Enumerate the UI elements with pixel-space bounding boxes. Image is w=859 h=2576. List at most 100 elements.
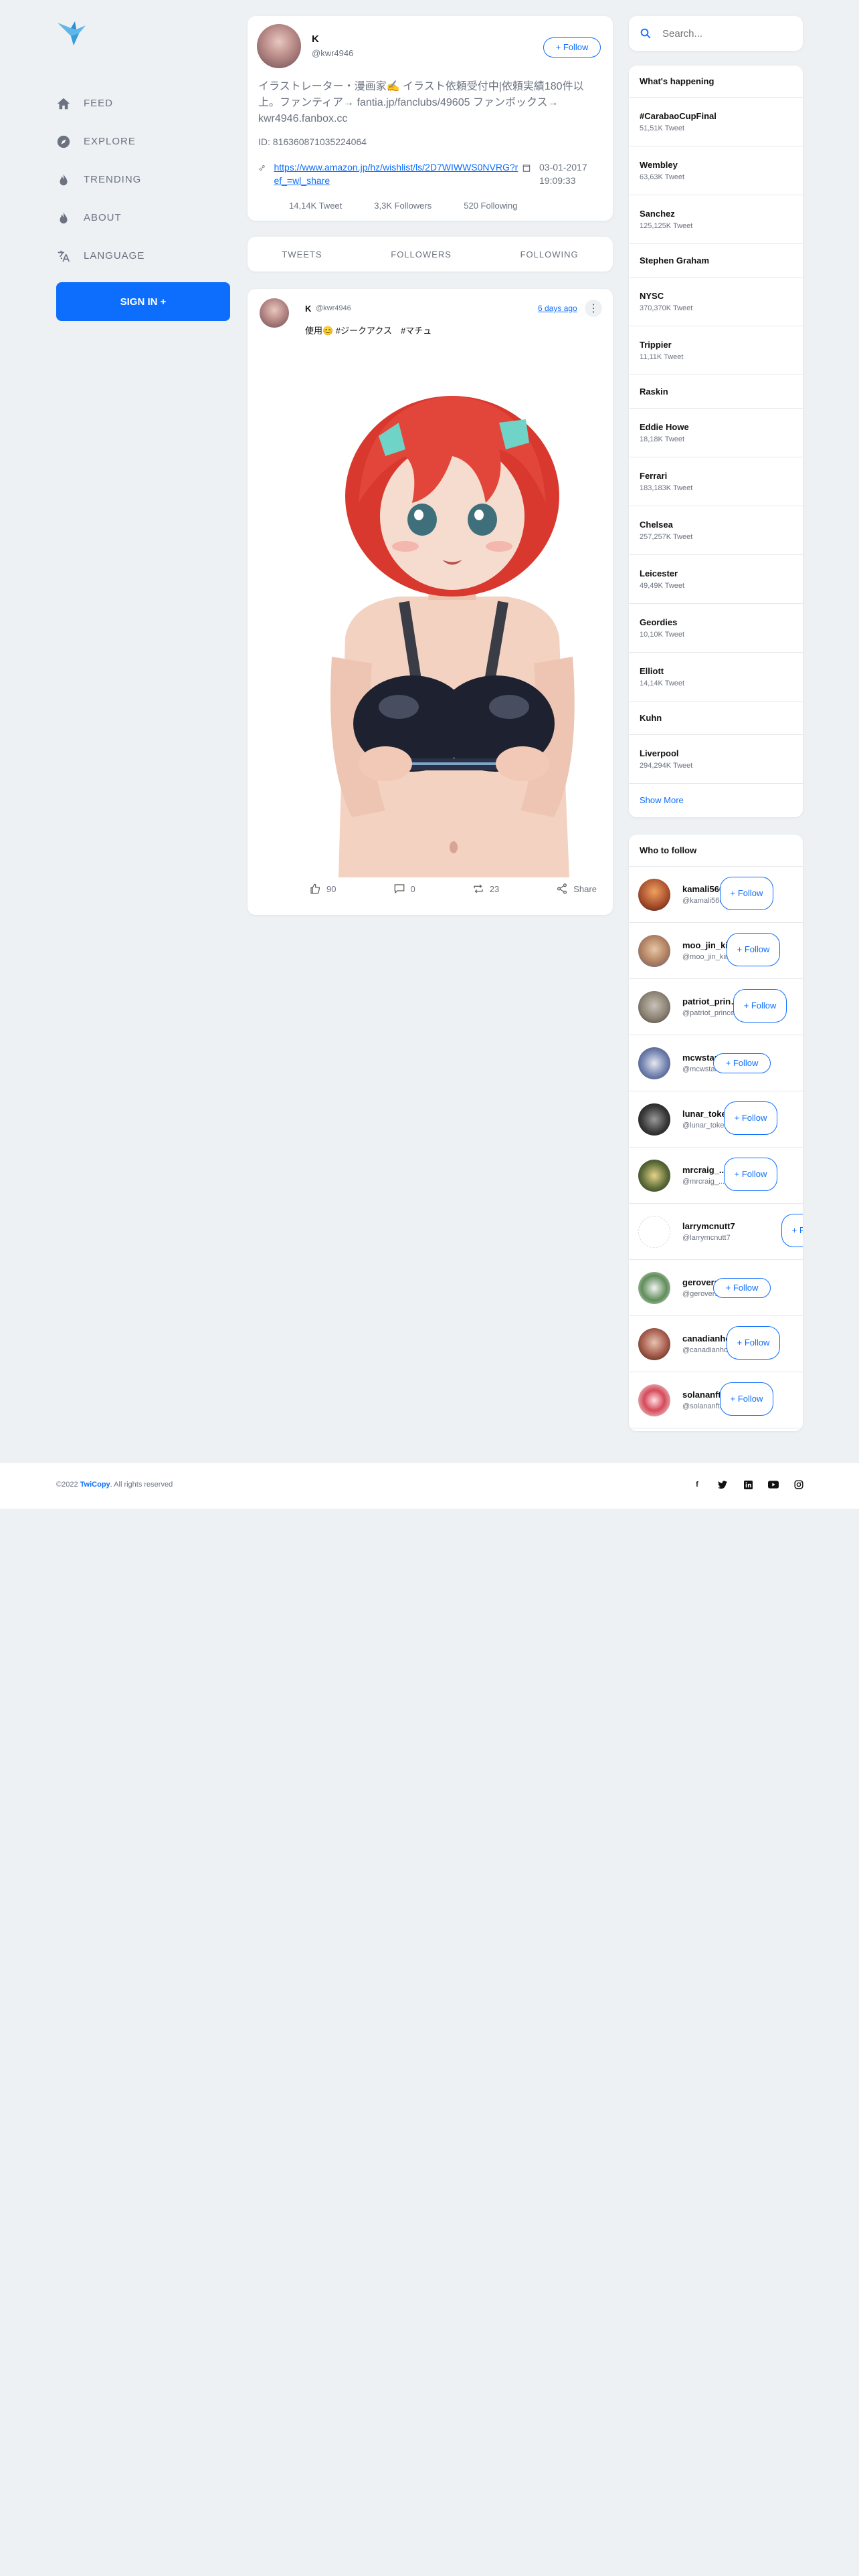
trend-item[interactable]: Kuhn	[629, 702, 803, 735]
user-handle: @larrymcnutt7	[682, 1234, 731, 1242]
follow-button[interactable]: + Follow	[733, 989, 787, 1023]
follow-suggestion[interactable]: patriot_princes @patriot_princes + Follow	[629, 979, 803, 1035]
profile-date-value: 03-01-2017 19:09:33	[539, 162, 587, 186]
profile-id-value: 816360871035224064	[272, 136, 367, 147]
trend-item[interactable]: Geordies 10,10K Tweet	[629, 604, 803, 653]
tweet-timestamp[interactable]: 6 days ago	[538, 304, 577, 313]
instagram-icon[interactable]	[793, 1479, 804, 1490]
trend-count: 125,125K Tweet	[640, 222, 693, 230]
profile-name: K	[312, 33, 319, 45]
follow-suggestion[interactable]: mcwstarz @mcwstarz + Follow	[629, 1035, 803, 1091]
nav-item-feed[interactable]: FEED	[56, 84, 230, 122]
trend-item[interactable]: Wembley 63,63K Tweet	[629, 146, 803, 195]
follow-button[interactable]: + Follow	[713, 1278, 771, 1298]
nav-item-explore[interactable]: EXPLORE	[56, 122, 230, 160]
trend-item[interactable]: Liverpool 294,294K Tweet	[629, 735, 803, 784]
user-avatar[interactable]	[638, 991, 670, 1023]
trend-count: 14,14K Tweet	[640, 679, 685, 687]
user-avatar[interactable]	[638, 1103, 670, 1136]
follow-suggestion[interactable]: solananft3 @solananft3 + Follow	[629, 1372, 803, 1428]
comment-icon	[394, 884, 404, 894]
trend-item[interactable]: Stephen Graham	[629, 244, 803, 278]
more-options-icon[interactable]: ⋮	[585, 300, 602, 317]
footer-brand[interactable]: TwiCopy	[80, 1481, 110, 1489]
trend-item[interactable]: Chelsea 257,257K Tweet	[629, 506, 803, 555]
bird-logo-icon[interactable]	[56, 19, 91, 47]
follow-suggestion[interactable]: gerovers @gerovers + Follow	[629, 1260, 803, 1316]
follow-button[interactable]: + Follow	[727, 933, 780, 966]
profile-follow-button[interactable]: + Follow	[543, 37, 601, 58]
follow-button[interactable]: + Follow	[720, 1382, 773, 1416]
trend-item[interactable]: Trippier 11,11K Tweet	[629, 326, 803, 375]
follow-suggestion[interactable]: canadianhom @canadianhom + Follow	[629, 1316, 803, 1372]
trend-item[interactable]: Eddie Howe 18,18K Tweet	[629, 409, 803, 457]
follow-suggestion[interactable]: larrymcnutt7 @larrymcnutt7 + Follow	[629, 1204, 803, 1260]
follow-button[interactable]: + Follow	[724, 1158, 777, 1191]
nav-item-label: LANGUAGE	[84, 250, 145, 261]
tab-tweets[interactable]: TWEETS	[282, 249, 322, 259]
nav-item-label: ABOUT	[84, 212, 122, 223]
trend-count: 18,18K Tweet	[640, 435, 685, 443]
sign-in-button[interactable]: SIGN IN +	[56, 282, 230, 321]
tweet-author-handle: @kwr4946	[316, 304, 351, 312]
trend-item[interactable]: Leicester 49,49K Tweet	[629, 555, 803, 604]
nav-item-language[interactable]: LANGUAGE	[56, 237, 230, 275]
trend-item[interactable]: Elliott 14,14K Tweet	[629, 653, 803, 702]
tab-followers[interactable]: FOLLOWERS	[391, 249, 452, 259]
trend-name: Eddie Howe	[640, 422, 689, 432]
follow-button[interactable]: + Follow	[781, 1214, 803, 1247]
tab-following[interactable]: FOLLOWING	[520, 249, 579, 259]
flame-icon	[60, 211, 68, 223]
user-avatar[interactable]	[638, 1216, 670, 1248]
user-avatar[interactable]	[638, 1328, 670, 1360]
trend-item[interactable]: Ferrari 183,183K Tweet	[629, 457, 803, 506]
trend-item[interactable]: #CarabaoCupFinal 51,51K Tweet	[629, 98, 803, 146]
follow-button[interactable]: + Follow	[713, 1053, 771, 1073]
trend-name: Wembley	[640, 160, 678, 170]
follow-suggestion[interactable]: moo_jin_kim @moo_jin_kim + Follow	[629, 923, 803, 979]
nav-item-trending[interactable]: TRENDING	[56, 160, 230, 199]
user-avatar[interactable]	[638, 1160, 670, 1192]
twitter-icon[interactable]	[717, 1479, 728, 1490]
profile-stats: 14,14K Tweet 3,3K Followers 520 Followin…	[289, 201, 517, 211]
trend-item[interactable]: Raskin	[629, 375, 803, 409]
user-avatar[interactable]	[638, 1047, 670, 1079]
like-button[interactable]: 90	[309, 883, 336, 895]
retweet-count: 23	[489, 883, 500, 894]
copyright-year: ©2022	[56, 1481, 78, 1489]
tweet-avatar[interactable]	[260, 298, 289, 328]
search-icon	[640, 28, 651, 39]
trend-name: Sanchez	[640, 209, 675, 219]
trend-name: Stephen Graham	[640, 255, 710, 265]
facebook-icon[interactable]: f	[692, 1479, 702, 1490]
follow-button[interactable]: + Follow	[720, 877, 773, 910]
trend-count: 49,49K Tweet	[640, 582, 685, 590]
linkedin-icon[interactable]	[743, 1479, 753, 1490]
user-avatar[interactable]	[638, 935, 670, 967]
profile-avatar[interactable]	[257, 24, 301, 68]
tweet-image[interactable]	[305, 349, 601, 877]
trend-name: Kuhn	[640, 713, 662, 723]
follow-suggestion[interactable]: kamali566 @kamali566 + Follow	[629, 867, 803, 923]
trend-name: #CarabaoCupFinal	[640, 111, 717, 121]
user-avatar[interactable]	[638, 879, 670, 911]
retweet-button[interactable]: 23	[472, 883, 499, 895]
follow-suggestion[interactable]: mrcraig_... @mrcraig_... + Follow	[629, 1148, 803, 1204]
show-more-link[interactable]: Show More	[629, 784, 803, 816]
comment-button[interactable]: 0	[393, 883, 415, 895]
trend-item[interactable]: NYSC 370,370K Tweet	[629, 278, 803, 326]
trend-item[interactable]: Sanchez 125,125K Tweet	[629, 195, 803, 244]
search-input[interactable]	[662, 27, 789, 39]
profile-handle: @kwr4946	[312, 48, 354, 58]
follow-button[interactable]: + Follow	[727, 1326, 780, 1360]
profile-link[interactable]: https://www.amazon.jp/hz/wishlist/ls/2D7…	[274, 160, 519, 187]
trend-count: 11,11K Tweet	[640, 353, 684, 361]
user-avatar[interactable]	[638, 1384, 670, 1416]
follow-button[interactable]: + Follow	[724, 1101, 777, 1135]
user-avatar[interactable]	[638, 1272, 670, 1304]
share-button[interactable]: Share	[556, 883, 597, 895]
youtube-icon[interactable]	[768, 1479, 779, 1490]
nav-item-about[interactable]: ABOUT	[56, 199, 230, 237]
follow-suggestion[interactable]: lunar_token @lunar_token + Follow	[629, 1091, 803, 1148]
tweet-actions: 90 0 23 Share	[305, 883, 601, 895]
